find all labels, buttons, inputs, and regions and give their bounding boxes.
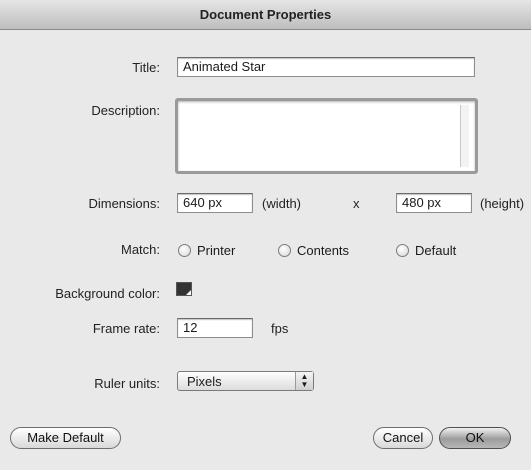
description-label: Description: — [91, 103, 160, 118]
match-contents-radio[interactable]: Contents — [278, 241, 349, 259]
frame-rate-field[interactable]: 12 — [177, 318, 253, 338]
description-scrollbar[interactable] — [460, 105, 469, 167]
height-unit-label: (height) — [480, 196, 525, 211]
match-label: Match: — [120, 242, 160, 257]
ok-button[interactable]: OK — [439, 427, 511, 449]
height-field[interactable]: 480 px — [396, 193, 472, 213]
width-unit-label: (width) — [262, 196, 302, 211]
up-down-arrows-icon: ▲ ▼ — [295, 372, 313, 390]
swatch-dropdown-icon — [186, 290, 191, 295]
make-default-button[interactable]: Make Default — [10, 427, 121, 449]
cancel-button[interactable]: Cancel — [373, 427, 433, 449]
window-title: Document Properties — [199, 7, 332, 22]
match-printer-radio[interactable]: Printer — [178, 241, 235, 259]
title-label: Title: — [132, 60, 160, 75]
ruler-units-label: Ruler units: — [94, 376, 160, 391]
match-printer-label: Printer — [197, 242, 236, 258]
window-titlebar: Document Properties — [0, 0, 531, 30]
dialog-body: Title: Animated Star Description: Dimens… — [0, 30, 531, 470]
description-field[interactable] — [175, 98, 478, 174]
match-contents-label: Contents — [297, 242, 350, 258]
match-default-radio[interactable]: Default — [396, 241, 456, 259]
title-field[interactable]: Animated Star — [177, 57, 475, 77]
ruler-units-value: Pixels — [187, 374, 222, 389]
radio-icon[interactable] — [178, 243, 191, 257]
ruler-units-popup[interactable]: Pixels ▲ ▼ — [177, 371, 314, 391]
color-swatch-icon[interactable] — [176, 282, 192, 296]
dimension-separator: x — [353, 196, 360, 211]
width-field[interactable]: 640 px — [177, 193, 253, 213]
match-default-label: Default — [415, 242, 457, 258]
radio-icon[interactable] — [396, 243, 409, 257]
radio-icon[interactable] — [278, 243, 291, 257]
background-color-label: Background color: — [55, 286, 160, 301]
dimensions-label: Dimensions: — [88, 196, 160, 211]
frame-rate-label: Frame rate: — [92, 321, 160, 336]
frame-rate-unit: fps — [271, 321, 289, 336]
